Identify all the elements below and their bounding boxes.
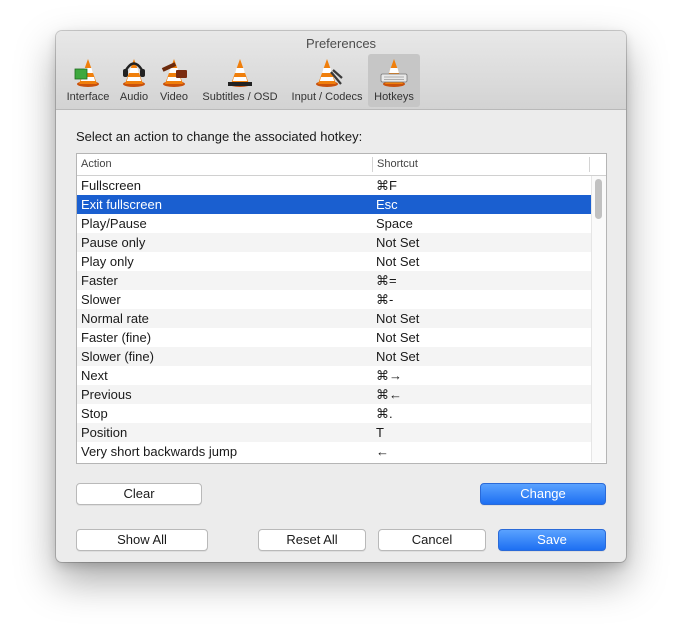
- action-cell: Slower (fine): [81, 349, 154, 364]
- preferences-window: Preferences Interface Audio Video Subtit…: [56, 31, 626, 562]
- titlebar-toolbar: Preferences Interface Audio Video Subtit…: [56, 31, 626, 110]
- shortcut-cell: Esc: [376, 197, 398, 212]
- column-header-action[interactable]: Action: [81, 158, 112, 170]
- column-divider[interactable]: [589, 157, 590, 172]
- toolbar-item-subtitles-osd[interactable]: Subtitles / OSD: [197, 54, 283, 107]
- shortcut-cell: Not Set: [376, 235, 420, 250]
- shortcut-cell: ⌘.: [376, 406, 393, 421]
- table-row[interactable]: Stop ⌘.: [77, 404, 591, 423]
- save-button[interactable]: Save: [498, 529, 606, 551]
- action-cell: Faster (fine): [81, 330, 152, 345]
- toolbar-label: Hotkeys: [374, 91, 414, 103]
- toolbar-item-audio[interactable]: Audio: [117, 54, 151, 107]
- table-row[interactable]: Play/Pause Space: [77, 214, 591, 233]
- toolbar-label: Audio: [119, 91, 149, 103]
- action-cell: Fullscreen: [81, 178, 141, 193]
- action-cell: Play/Pause: [81, 216, 147, 231]
- table-row[interactable]: Play only Not Set: [77, 252, 591, 271]
- column-divider[interactable]: [372, 157, 373, 172]
- action-cell: Position: [81, 425, 128, 440]
- toolbar-label: Interface: [66, 91, 110, 103]
- change-button[interactable]: Change: [480, 483, 606, 505]
- scrollbar-thumb[interactable]: [595, 179, 602, 219]
- action-cell: Next: [81, 368, 108, 383]
- table-row[interactable]: Pause only Not Set: [77, 233, 591, 252]
- toolbar-item-hotkeys[interactable]: Hotkeys: [368, 54, 420, 107]
- vlc-cone-headphones-icon: [123, 59, 145, 87]
- toolbar-label: Subtitles / OSD: [202, 91, 278, 103]
- table-row[interactable]: Previous ⌘←: [77, 385, 591, 404]
- table-row[interactable]: Faster ⌘=: [77, 271, 591, 290]
- table-header: Action Shortcut: [77, 154, 606, 176]
- vlc-cone-video-icon: [161, 59, 187, 87]
- table-row[interactable]: Slower (fine) Not Set: [77, 347, 591, 366]
- shortcut-cell: ⌘F: [376, 178, 397, 193]
- vlc-cone-hotkeys-icon: [380, 59, 408, 87]
- table-row[interactable]: Slower ⌘-: [77, 290, 591, 309]
- shortcut-cell: ⌘←: [376, 387, 402, 402]
- table-row[interactable]: Fullscreen ⌘F: [77, 176, 591, 195]
- table-row[interactable]: Faster (fine) Not Set: [77, 328, 591, 347]
- shortcut-cell: T: [376, 425, 384, 440]
- action-cell: Normal rate: [81, 311, 149, 326]
- action-cell: Very short backwards jump: [81, 444, 238, 459]
- table-row[interactable]: Very short backwards jump ←: [77, 442, 591, 461]
- table-row[interactable]: Position T: [77, 423, 591, 442]
- shortcut-cell: Not Set: [376, 330, 420, 345]
- toolbar-item-input-codecs[interactable]: Input / Codecs: [287, 54, 367, 107]
- instruction-text: Select an action to change the associate…: [76, 129, 363, 144]
- shortcut-cell: ⌘=: [376, 273, 397, 288]
- shortcut-cell: ⌘-: [376, 292, 394, 307]
- table-row[interactable]: Normal rate Not Set: [77, 309, 591, 328]
- shortcut-cell: ←: [376, 444, 389, 459]
- shortcut-cell: Not Set: [376, 254, 420, 269]
- show-all-button[interactable]: Show All: [76, 529, 208, 551]
- vlc-cone-subtitles-icon: [228, 59, 252, 87]
- hotkeys-table: Action Shortcut Fullscreen ⌘F Exit fullsc…: [76, 153, 607, 464]
- reset-all-button[interactable]: Reset All: [258, 529, 366, 551]
- action-cell: Play only: [81, 254, 134, 269]
- window-title: Preferences: [305, 36, 377, 51]
- shortcut-cell: Space: [376, 216, 413, 231]
- vlc-cone-input-icon: [316, 59, 343, 87]
- shortcut-cell: Not Set: [376, 349, 420, 364]
- table-row[interactable]: Next ⌘→: [77, 366, 591, 385]
- action-cell: Slower: [81, 292, 121, 307]
- column-header-shortcut[interactable]: Shortcut: [377, 158, 418, 170]
- toolbar-item-interface[interactable]: Interface: [60, 54, 116, 107]
- cancel-button[interactable]: Cancel: [378, 529, 486, 551]
- action-cell: Pause only: [81, 235, 146, 250]
- shortcut-cell: ⌘→: [376, 368, 402, 383]
- toolbar-item-video[interactable]: Video: [155, 54, 193, 107]
- action-cell: Exit fullscreen: [81, 197, 162, 212]
- action-cell: Stop: [81, 406, 108, 421]
- toolbar-label: Video: [160, 91, 188, 103]
- action-cell: Previous: [81, 387, 132, 402]
- toolbar-label: Input / Codecs: [291, 91, 363, 103]
- vlc-cone-interface-icon: [74, 59, 99, 87]
- action-cell: Faster: [81, 273, 118, 288]
- shortcut-cell: Not Set: [376, 311, 420, 326]
- table-body: Fullscreen ⌘F Exit fullscreen Esc Play/Pau…: [77, 176, 591, 461]
- table-row-selected[interactable]: Exit fullscreen Esc: [77, 195, 591, 214]
- clear-button[interactable]: Clear: [76, 483, 202, 505]
- vertical-scrollbar[interactable]: [591, 176, 606, 462]
